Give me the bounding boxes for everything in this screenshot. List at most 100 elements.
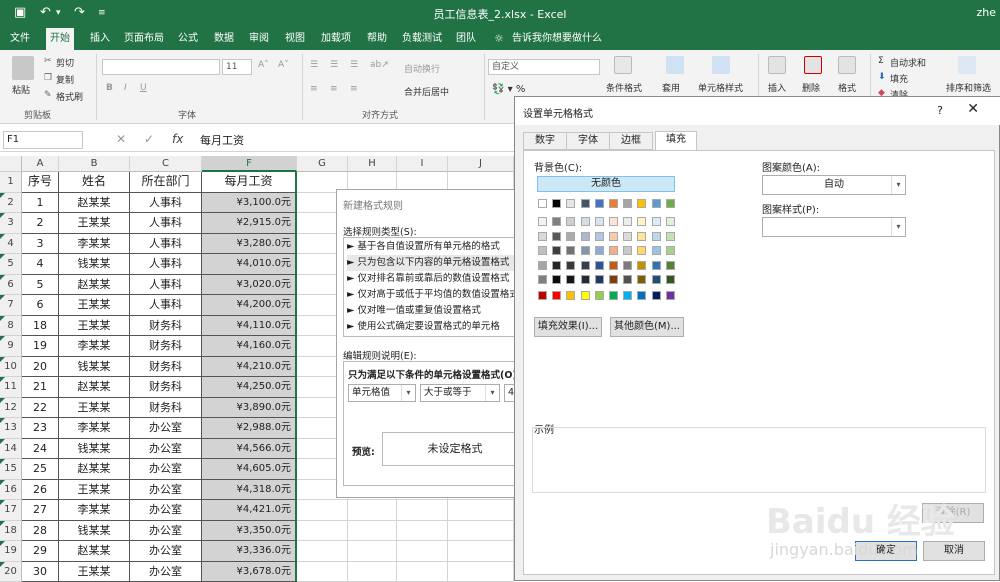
table-cell[interactable]: ¥4,566.0元	[202, 439, 297, 460]
table-cell[interactable]: 李某某	[59, 234, 130, 255]
table-cell[interactable]: 26	[22, 480, 59, 501]
table-cell[interactable]: 钱某某	[59, 254, 130, 275]
color-swatch[interactable]	[581, 217, 590, 226]
table-cell[interactable]: 办公室	[130, 459, 202, 480]
table-cell[interactable]: ¥4,318.0元	[202, 480, 297, 501]
table-cell[interactable]: 财务科	[130, 336, 202, 357]
empty-cell[interactable]	[448, 541, 514, 562]
list-item[interactable]: ► 仅对高于或低于平均值的数值设置格式	[347, 287, 519, 303]
empty-cell[interactable]	[297, 541, 348, 562]
standard-color-swatch[interactable]	[566, 291, 575, 300]
table-cell[interactable]: 王某某	[59, 398, 130, 419]
format-cells-icon[interactable]	[838, 56, 856, 74]
color-swatch[interactable]	[609, 199, 618, 208]
table-cell[interactable]: 22	[22, 398, 59, 419]
row-header[interactable]: 15	[0, 459, 22, 480]
cell-value-select[interactable]: 单元格值▾	[348, 384, 416, 402]
list-item[interactable]: ► 使用公式确定要设置格式的单元格	[347, 319, 500, 335]
delete-cells-icon[interactable]	[804, 56, 822, 74]
table-cell[interactable]: 王某某	[59, 562, 130, 582]
tab-number[interactable]: 数字	[523, 132, 567, 150]
table-cell[interactable]: 王某某	[59, 213, 130, 234]
autosum-button[interactable]: 自动求和	[890, 56, 926, 69]
table-cell[interactable]: 王某某	[59, 316, 130, 337]
table-cell[interactable]: 28	[22, 521, 59, 542]
column-header[interactable]: G	[297, 156, 348, 172]
color-swatch[interactable]	[552, 275, 561, 284]
color-swatch[interactable]	[623, 199, 632, 208]
standard-color-swatch[interactable]	[609, 291, 618, 300]
standard-color-swatch[interactable]	[652, 291, 661, 300]
color-swatch[interactable]	[666, 232, 675, 241]
table-cell[interactable]: 2	[22, 213, 59, 234]
color-swatch[interactable]	[637, 246, 646, 255]
color-swatch[interactable]	[566, 199, 575, 208]
no-color-button[interactable]: 无颜色	[537, 176, 675, 192]
font-shrink-icon[interactable]: A˅	[278, 60, 289, 70]
color-swatch[interactable]	[666, 261, 675, 270]
table-cell[interactable]: 19	[22, 336, 59, 357]
row-header[interactable]: 18	[0, 521, 22, 542]
rule-type-list[interactable]: ► 基于各自值设置所有单元格的格式 ► 只为包含以下内容的单元格设置格式 ► 仅…	[343, 237, 527, 337]
color-swatch[interactable]	[566, 217, 575, 226]
table-cell[interactable]: 赵某某	[59, 459, 130, 480]
color-swatch[interactable]	[552, 261, 561, 270]
row-header[interactable]: 13	[0, 418, 22, 439]
sort-filter-icon[interactable]	[958, 56, 976, 74]
align-top-icon[interactable]: ☰	[310, 60, 318, 70]
list-item[interactable]: ► 基于各自值设置所有单元格的格式	[347, 239, 500, 255]
table-cell[interactable]: 李某某	[59, 336, 130, 357]
table-format-button[interactable]: 套用	[662, 81, 680, 94]
list-item[interactable]: ► 只为包含以下内容的单元格设置格式	[347, 255, 527, 271]
color-swatch[interactable]	[595, 232, 604, 241]
table-cell[interactable]: ¥4,160.0元	[202, 336, 297, 357]
table-cell[interactable]: 办公室	[130, 418, 202, 439]
table-cell[interactable]: 办公室	[130, 521, 202, 542]
color-swatch[interactable]	[595, 275, 604, 284]
table-cell[interactable]: 钱某某	[59, 357, 130, 378]
empty-cell[interactable]	[297, 500, 348, 521]
color-swatch[interactable]	[552, 217, 561, 226]
empty-cell[interactable]	[348, 500, 397, 521]
format-cells-button[interactable]: 格式	[838, 81, 856, 94]
table-cell[interactable]: 赵某某	[59, 275, 130, 296]
standard-color-swatch[interactable]	[637, 291, 646, 300]
color-swatch[interactable]	[652, 261, 661, 270]
color-swatch[interactable]	[538, 232, 547, 241]
tab-home[interactable]: 开始	[46, 28, 74, 50]
sort-filter-button[interactable]: 排序和筛选	[946, 81, 991, 94]
color-swatch[interactable]	[595, 199, 604, 208]
tab-load-test[interactable]: 负载测试	[398, 28, 446, 50]
table-cell[interactable]: ¥2,915.0元	[202, 213, 297, 234]
color-swatch[interactable]	[538, 217, 547, 226]
formula-input[interactable]: 每月工资	[200, 132, 244, 148]
table-cell[interactable]: ¥4,110.0元	[202, 316, 297, 337]
table-cell[interactable]: 1	[22, 193, 59, 214]
color-swatch[interactable]	[623, 217, 632, 226]
table-cell[interactable]: 4	[22, 254, 59, 275]
table-header-cell[interactable]: 姓名	[59, 172, 130, 193]
color-swatch[interactable]	[652, 275, 661, 284]
table-cell[interactable]: 29	[22, 541, 59, 562]
tell-me-search[interactable]: 告诉我你想要做什么	[508, 28, 606, 50]
table-cell[interactable]: 24	[22, 439, 59, 460]
row-header[interactable]: 19	[0, 541, 22, 562]
row-header[interactable]: 4	[0, 234, 22, 255]
copy-button[interactable]: 复制	[56, 73, 74, 86]
tab-review[interactable]: 审阅	[245, 28, 273, 50]
color-swatch[interactable]	[609, 217, 618, 226]
font-name-box[interactable]	[102, 59, 220, 75]
color-swatch[interactable]	[652, 217, 661, 226]
table-cell[interactable]: 人事科	[130, 193, 202, 214]
color-swatch[interactable]	[581, 275, 590, 284]
table-cell[interactable]: ¥3,100.0元	[202, 193, 297, 214]
table-cell[interactable]: 人事科	[130, 254, 202, 275]
color-swatch[interactable]	[581, 199, 590, 208]
conditional-format-icon[interactable]	[614, 56, 632, 74]
column-header[interactable]: J	[448, 156, 514, 172]
empty-cell[interactable]	[297, 521, 348, 542]
currency-icon[interactable]: 💱 ▾ %	[492, 84, 525, 95]
column-header[interactable]: F	[202, 156, 297, 172]
table-cell[interactable]: 27	[22, 500, 59, 521]
cancel-button[interactable]: 取消	[923, 541, 985, 561]
